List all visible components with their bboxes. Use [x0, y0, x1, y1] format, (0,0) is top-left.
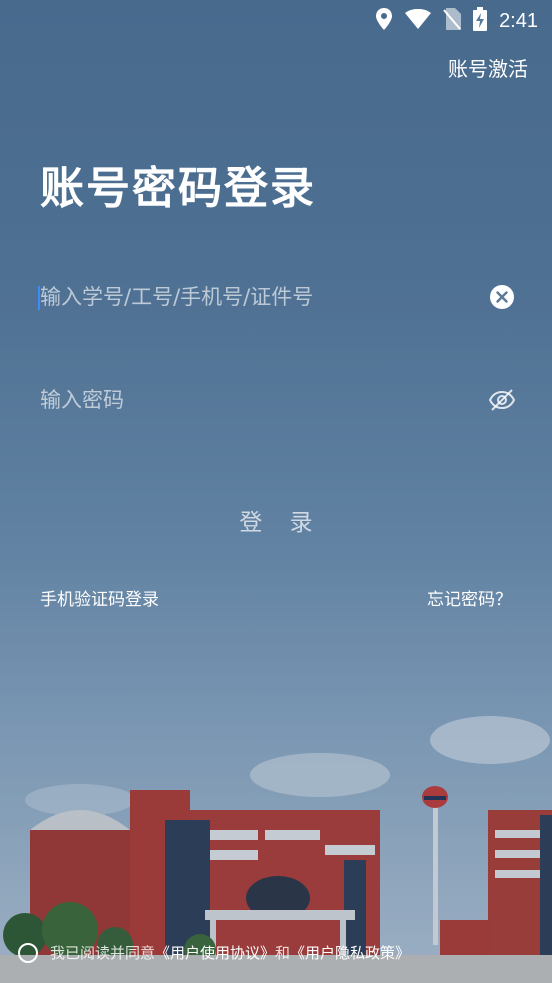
status-time: 2:41	[499, 9, 538, 32]
agreement-conjunction: 和	[275, 944, 291, 962]
wifi-icon	[405, 8, 432, 33]
forgot-password-link[interactable]: 忘记密码？	[427, 585, 512, 610]
account-activation-link[interactable]: 账号激活	[448, 53, 528, 82]
battery-charging-icon	[473, 7, 488, 35]
status-bar: 2:41	[0, 0, 552, 40]
agreement-prefix: 我已阅读并同意	[50, 944, 156, 962]
user-agreement-link[interactable]: 《用户使用协议》	[155, 942, 275, 963]
password-field	[40, 377, 516, 423]
location-icon	[375, 8, 393, 34]
agreement-row: 我已阅读并同意 《用户使用协议》 和 《用户隐私政策》	[18, 942, 410, 963]
no-sim-icon	[443, 8, 462, 34]
username-field	[38, 274, 516, 320]
privacy-policy-link[interactable]: 《用户隐私政策》	[290, 942, 410, 963]
page-title: 账号密码登录	[40, 163, 316, 214]
username-input[interactable]	[40, 285, 488, 309]
clear-icon[interactable]	[488, 283, 516, 311]
login-button[interactable]: 登 录	[40, 495, 512, 545]
password-input[interactable]	[40, 388, 488, 412]
eye-off-icon[interactable]	[488, 386, 516, 414]
campus-background-image	[0, 0, 552, 983]
text-caret	[38, 286, 40, 310]
agree-radio[interactable]	[18, 942, 38, 963]
sms-login-link[interactable]: 手机验证码登录	[40, 585, 159, 610]
